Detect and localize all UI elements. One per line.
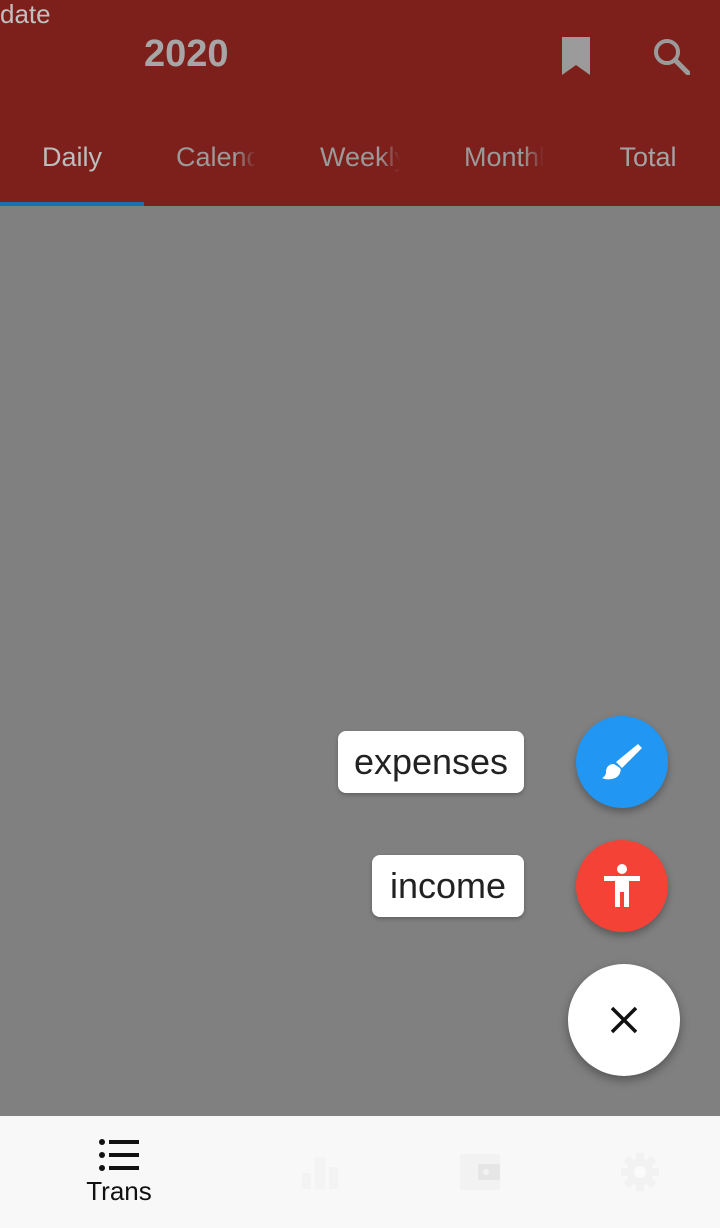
brush-icon <box>602 744 642 780</box>
close-fab[interactable] <box>568 964 680 1076</box>
income-label[interactable]: income <box>372 855 524 917</box>
tab-label: Monthly <box>464 141 544 172</box>
nav-trans[interactable]: Trans <box>29 1116 209 1228</box>
expenses-fab[interactable] <box>576 716 668 808</box>
tab-calendar[interactable]: Calendar <box>144 112 288 202</box>
tab-weekly[interactable]: Weekly <box>288 112 432 202</box>
wallet-icon <box>460 1154 500 1190</box>
tab-label: Total <box>619 141 677 172</box>
nav-settings[interactable] <box>550 1116 720 1228</box>
bookmark-icon <box>562 37 590 75</box>
year-title[interactable]: 2020 <box>144 32 229 76</box>
nav-label: Trans <box>86 1175 152 1206</box>
bar-chart-icon <box>302 1157 338 1189</box>
income-fab[interactable] <box>576 840 668 932</box>
search-button[interactable] <box>643 28 699 84</box>
close-icon <box>610 1006 638 1034</box>
list-icon <box>99 1138 139 1171</box>
tab-daily[interactable]: Daily <box>0 112 144 202</box>
tab-label: Daily <box>41 141 102 172</box>
nav-accounts[interactable] <box>390 1116 570 1228</box>
tab-total[interactable]: Total <box>576 112 720 202</box>
tab-label: Weekly <box>320 141 400 172</box>
gear-icon <box>621 1153 659 1191</box>
tab-bar: Daily Calendar Weekly Monthly Total <box>0 112 720 206</box>
accessibility-icon <box>604 864 640 907</box>
expenses-label[interactable]: expenses <box>338 731 524 793</box>
nav-stats[interactable] <box>230 1116 410 1228</box>
tab-label: Calendar <box>176 141 256 172</box>
date-label: date <box>0 0 51 29</box>
tab-monthly[interactable]: Monthly <box>432 112 576 202</box>
bookmark-button[interactable] <box>548 28 604 84</box>
search-icon <box>654 39 690 75</box>
bottom-navigation: Trans <box>0 1116 720 1228</box>
app-bar: date 2020 Daily Calendar Weekly Monthly … <box>0 0 720 206</box>
